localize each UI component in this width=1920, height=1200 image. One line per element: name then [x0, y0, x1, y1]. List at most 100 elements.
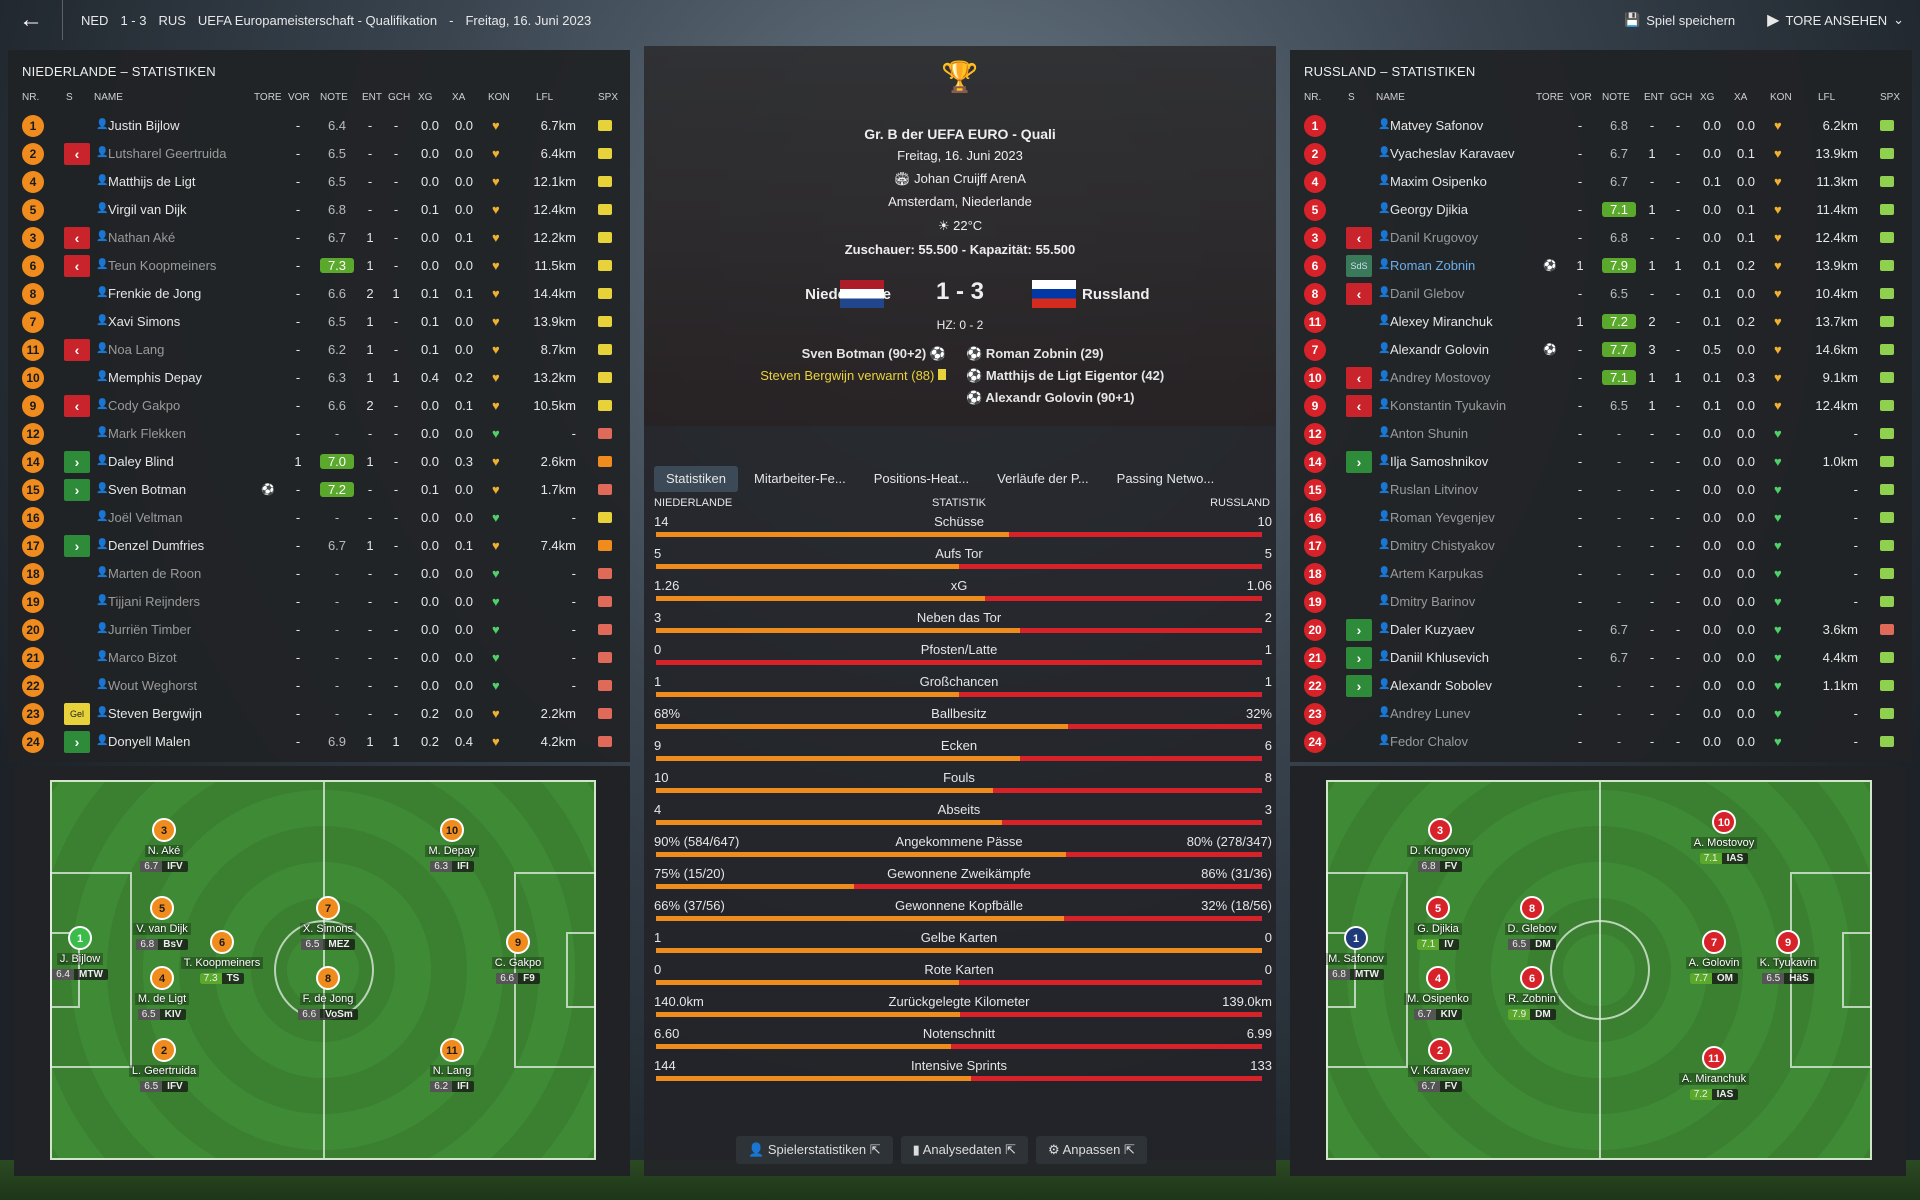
pitch-player[interactable]: 1 J. Bijlow 6.4 MTW [35, 926, 125, 980]
player-row[interactable]: 5 👤 Virgil van Dijk - 6.8 - - 0.1 0.0 ♥ 12.4km [22, 196, 612, 224]
header-name[interactable]: NAME [1376, 92, 1405, 103]
player-name[interactable]: Memphis Depay [108, 370, 202, 385]
player-row[interactable]: 6 ‹ 👤 Teun Koopmeiners - 7.3 1 - 0.0 0.0 ♥ 11.5km [22, 252, 612, 280]
header-vor[interactable]: VOR [1570, 92, 1592, 103]
player-name[interactable]: Tijjani Reijnders [108, 594, 200, 609]
pitch-player[interactable]: 3 D. Krugovoy 6.8 FV [1395, 818, 1485, 872]
player-name[interactable]: Lutsharel Geertruida [108, 146, 227, 161]
player-row[interactable]: 2 ‹ 👤 Lutsharel Geertruida - 6.5 - - 0.0 0.0 ♥ 6.4k… [22, 140, 612, 168]
player-name[interactable]: Daley Blind [108, 454, 174, 469]
player-name[interactable]: Anton Shunin [1390, 426, 1468, 441]
player-row[interactable]: 16 👤 Joël Veltman - - - - 0.0 0.0 ♥ - [22, 504, 612, 532]
player-row[interactable]: 17 › 👤 Denzel Dumfries - 6.7 1 - 0.0 0.1 ♥ 7.4km [22, 532, 612, 560]
header-xa[interactable]: XA [1734, 92, 1747, 103]
pitch-player[interactable]: 2 V. Karavaev 6.7 FV [1395, 1038, 1485, 1092]
player-name[interactable]: Donyell Malen [108, 734, 190, 749]
player-row[interactable]: 22 👤 Wout Weghorst - - - - 0.0 0.0 ♥ - [22, 672, 612, 700]
player-row[interactable]: 8 👤 Frenkie de Jong - 6.6 2 1 0.1 0.1 ♥ 14.4km [22, 280, 612, 308]
player-name[interactable]: Mark Flekken [108, 426, 186, 441]
header-tore[interactable]: TORE [1536, 92, 1564, 103]
player-name[interactable]: Wout Weghorst [108, 678, 197, 693]
player-name[interactable]: Alexandr Sobolev [1390, 678, 1492, 693]
player-row[interactable]: 14 › 👤 Daley Blind 1 7.0 1 - 0.0 0.3 ♥ 2.6km [22, 448, 612, 476]
player-row[interactable]: 9 ‹ 👤 Cody Gakpo - 6.6 2 - 0.0 0.1 ♥ 10.5km [22, 392, 612, 420]
player-name[interactable]: Konstantin Tyukavin [1390, 398, 1506, 413]
header-xa[interactable]: XA [452, 92, 465, 103]
customize-button[interactable]: ⚙ Anpassen ⇱ [1036, 1136, 1147, 1164]
pitch-player[interactable]: 9 K. Tyukavin 6.5 HäS [1743, 930, 1833, 984]
player-row[interactable]: 7 👤 Xavi Simons - 6.5 1 - 0.1 0.0 ♥ 13.9km [22, 308, 612, 336]
pitch-player[interactable]: 6 T. Koopmeiners 7.3 TS [177, 930, 267, 984]
player-name[interactable]: Joël Veltman [108, 510, 182, 525]
player-row[interactable]: 22 › 👤 Alexandr Sobolev - - - - 0.0 0.0 ♥ 1.1km [1304, 672, 1894, 700]
header-gch[interactable]: GCH [1670, 92, 1692, 103]
player-row[interactable]: 11 👤 Alexey Miranchuk 1 7.2 2 - 0.1 0.2 ♥ 13.7km [1304, 308, 1894, 336]
pitch-player[interactable]: 10 A. Mostovoy 7.1 IAS [1679, 810, 1769, 864]
player-row[interactable]: 12 👤 Anton Shunin - - - - 0.0 0.0 ♥ - [1304, 420, 1894, 448]
player-name[interactable]: Dmitry Chistyakov [1390, 538, 1495, 553]
player-name[interactable]: Dmitry Barinov [1390, 594, 1475, 609]
header-s[interactable]: S [1348, 92, 1355, 103]
header-vor[interactable]: VOR [288, 92, 310, 103]
header-nr[interactable]: NR. [1304, 92, 1321, 103]
player-row[interactable]: 19 👤 Tijjani Reijnders - - - - 0.0 0.0 ♥ - [22, 588, 612, 616]
player-name[interactable]: Alexey Miranchuk [1390, 314, 1493, 329]
player-row[interactable]: 24 › 👤 Donyell Malen - 6.9 1 1 0.2 0.4 ♥ 4.2km [22, 728, 612, 756]
player-name[interactable]: Artem Karpukas [1390, 566, 1483, 581]
header-xg[interactable]: XG [418, 92, 432, 103]
analysis-button[interactable]: ▮ Analysedaten ⇱ [900, 1136, 1028, 1164]
pitch-player[interactable]: 9 C. Gakpo 6.6 F9 [473, 930, 563, 984]
player-row[interactable]: 23 👤 Andrey Lunev - - - - 0.0 0.0 ♥ - [1304, 700, 1894, 728]
player-name[interactable]: Andrey Mostovoy [1390, 370, 1490, 385]
player-row[interactable]: 21 › 👤 Daniil Khlusevich - 6.7 - - 0.0 0.0 ♥ 4.4km [1304, 644, 1894, 672]
player-name[interactable]: Matthijs de Ligt [108, 174, 195, 189]
header-s[interactable]: S [66, 92, 73, 103]
player-row[interactable]: 16 👤 Roman Yevgenjev - - - - 0.0 0.0 ♥ - [1304, 504, 1894, 532]
back-arrow-icon[interactable]: ← [0, 6, 62, 34]
player-name[interactable]: Marten de Roon [108, 566, 201, 581]
player-row[interactable]: 18 👤 Marten de Roon - - - - 0.0 0.0 ♥ - [22, 560, 612, 588]
player-name[interactable]: Marco Bizot [108, 650, 177, 665]
player-name[interactable]: Denzel Dumfries [108, 538, 204, 553]
player-row[interactable]: 15 › 👤 Sven Botman ⚽ -7.2- -0.1 0.0 ♥ 1.7km [22, 476, 612, 504]
player-row[interactable]: 6 SdS 👤 Roman Zobnin ⚽ 1 7.9 1 1 0.1 0.2 ♥ 13.9km [1304, 252, 1894, 280]
tab-heatmaps[interactable]: Positions-Heat... [862, 466, 981, 492]
header-kon[interactable]: KON [1770, 92, 1792, 103]
player-name[interactable]: Xavi Simons [108, 314, 180, 329]
player-name[interactable]: Noa Lang [108, 342, 164, 357]
player-name[interactable]: Daler Kuzyaev [1390, 622, 1475, 637]
player-name[interactable]: Vyacheslav Karavaev [1390, 146, 1515, 161]
player-row[interactable]: 10 ‹ 👤 Andrey Mostovoy - 7.1 1 1 0.1 0.3 ♥ 9.1km [1304, 364, 1894, 392]
player-row[interactable]: 12 👤 Mark Flekken - - - - 0.0 0.0 ♥ - [22, 420, 612, 448]
player-row[interactable]: 20 › 👤 Daler Kuzyaev - 6.7 - - 0.0 0.0 ♥ 3.6km [1304, 616, 1894, 644]
player-row[interactable]: 14 › 👤 Ilja Samoshnikov - - - - 0.0 0.0 ♥ 1.0km [1304, 448, 1894, 476]
player-name[interactable]: Nathan Aké [108, 230, 175, 245]
header-name[interactable]: NAME [94, 92, 123, 103]
pitch-player[interactable]: 4 M. Osipenko 6.7 KIV [1393, 966, 1483, 1020]
player-row[interactable]: 2 👤 Vyacheslav Karavaev - 6.7 1 - 0.0 0.1 ♥ 13.9km [1304, 140, 1894, 168]
player-name[interactable]: Ilja Samoshnikov [1390, 454, 1488, 469]
player-row[interactable]: 1 👤 Justin Bijlow - 6.4 - - 0.0 0.0 ♥ 6.7km [22, 112, 612, 140]
player-row[interactable]: 3 ‹ 👤 Danil Krugovoy - 6.8 - - 0.0 0.1 ♥ 12.4km [1304, 224, 1894, 252]
player-name[interactable]: Danil Glebov [1390, 286, 1464, 301]
player-row[interactable]: 10 👤 Memphis Depay - 6.3 1 1 0.4 0.2 ♥ 13.2km [22, 364, 612, 392]
player-name[interactable]: Maxim Osipenko [1390, 174, 1487, 189]
player-row[interactable]: 4 👤 Matthijs de Ligt - 6.5 - - 0.0 0.0 ♥ 12.1km [22, 168, 612, 196]
player-name[interactable]: Alexandr Golovin [1390, 342, 1489, 357]
header-gch[interactable]: GCH [388, 92, 410, 103]
pitch-player[interactable]: 11 A. Miranchuk 7.2 IAS [1669, 1046, 1759, 1100]
player-row[interactable]: 1 👤 Matvey Safonov - 6.8 - - 0.0 0.0 ♥ 6.2km [1304, 112, 1894, 140]
player-row[interactable]: 4 👤 Maxim Osipenko - 6.7 - - 0.1 0.0 ♥ 11.3km [1304, 168, 1894, 196]
header-tore[interactable]: TORE [254, 92, 282, 103]
header-ent[interactable]: ENT [362, 92, 382, 103]
player-name[interactable]: Cody Gakpo [108, 398, 180, 413]
pitch-player[interactable]: 7 X. Simons 6.5 MEZ [283, 896, 373, 950]
pitch-player[interactable]: 2 L. Geertruida 6.5 IFV [119, 1038, 209, 1092]
pitch-player[interactable]: 11 N. Lang 6.2 IFI [407, 1038, 497, 1092]
tab-passing-network[interactable]: Passing Netwo... [1105, 466, 1227, 492]
tab-staff-feedback[interactable]: Mitarbeiter-Fe... [742, 466, 858, 492]
player-row[interactable]: 24 👤 Fedor Chalov - - - - 0.0 0.0 ♥ - [1304, 728, 1894, 756]
player-name[interactable]: Georgy Djikia [1390, 202, 1468, 217]
pitch-player[interactable]: 8 D. Glebov 6.5 DM [1487, 896, 1577, 950]
save-game-button[interactable]: 💾 Spiel speichern [1608, 12, 1751, 28]
